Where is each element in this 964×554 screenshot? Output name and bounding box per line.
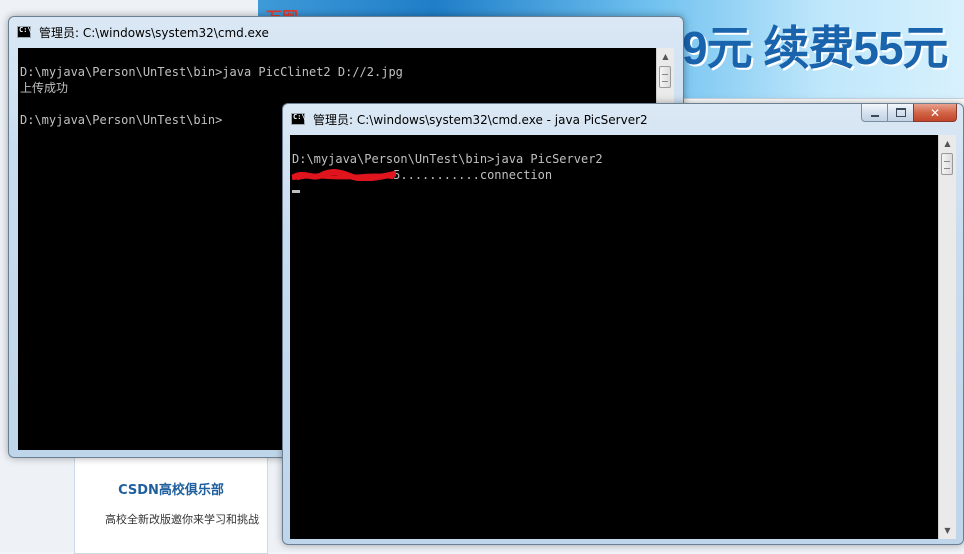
banner-promo-text: 9元 续费55元 [682,22,949,74]
scroll-thumb[interactable] [659,66,671,88]
club-panel[interactable]: CSDN高校俱乐部 高校全新改版邀你来学习和挑战 [74,456,268,554]
console-line: D:\myjava\Person\UnTest\bin>java PicServ… [292,152,603,166]
scroll-up-arrow-icon[interactable]: ▲ [939,135,956,152]
window-controls: ✕ [861,104,957,122]
text-cursor [292,190,300,193]
maximize-button[interactable] [887,104,913,122]
minimize-button[interactable] [861,104,887,122]
cmd-icon[interactable] [17,26,32,38]
redaction-scribble [292,169,396,181]
window-title: 管理员: C:\windows\system32\cmd.exe [39,26,269,40]
window-titlebar[interactable]: 管理员: C:\windows\system32\cmd.exe - java … [283,104,963,134]
window-title: 管理员: C:\windows\system32\cmd.exe - java … [313,113,648,127]
vertical-scrollbar[interactable]: ▲ [656,48,674,108]
cursor-line [292,183,956,199]
vertical-scrollbar[interactable]: ▲ ▼ [938,135,956,539]
club-title[interactable]: CSDN高校俱乐部 [75,479,267,498]
scroll-up-arrow-icon[interactable]: ▲ [657,48,674,65]
scroll-thumb[interactable] [941,153,953,175]
close-button[interactable]: ✕ [913,104,957,122]
window-titlebar[interactable]: 管理员: C:\windows\system32\cmd.exe [9,17,683,47]
close-icon: ✕ [929,105,941,120]
console-line: D:\myjava\Person\UnTest\bin>java PicClin… [20,65,403,79]
cmd-window-server[interactable]: 管理员: C:\windows\system32\cmd.exe - java … [282,103,964,545]
console-area[interactable]: D:\myjava\Person\UnTest\bin>java PicServ… [290,135,956,539]
maximize-icon [895,108,906,117]
cmd-icon[interactable] [291,113,306,125]
console-output: D:\myjava\Person\UnTest\bin>java PicServ… [292,135,956,199]
club-description: 高校全新改版邀你来学习和挑战 [105,513,259,526]
minimize-icon [870,114,879,117]
scroll-down-arrow-icon[interactable]: ▼ [939,522,956,539]
console-line: 上传成功 [20,81,69,95]
